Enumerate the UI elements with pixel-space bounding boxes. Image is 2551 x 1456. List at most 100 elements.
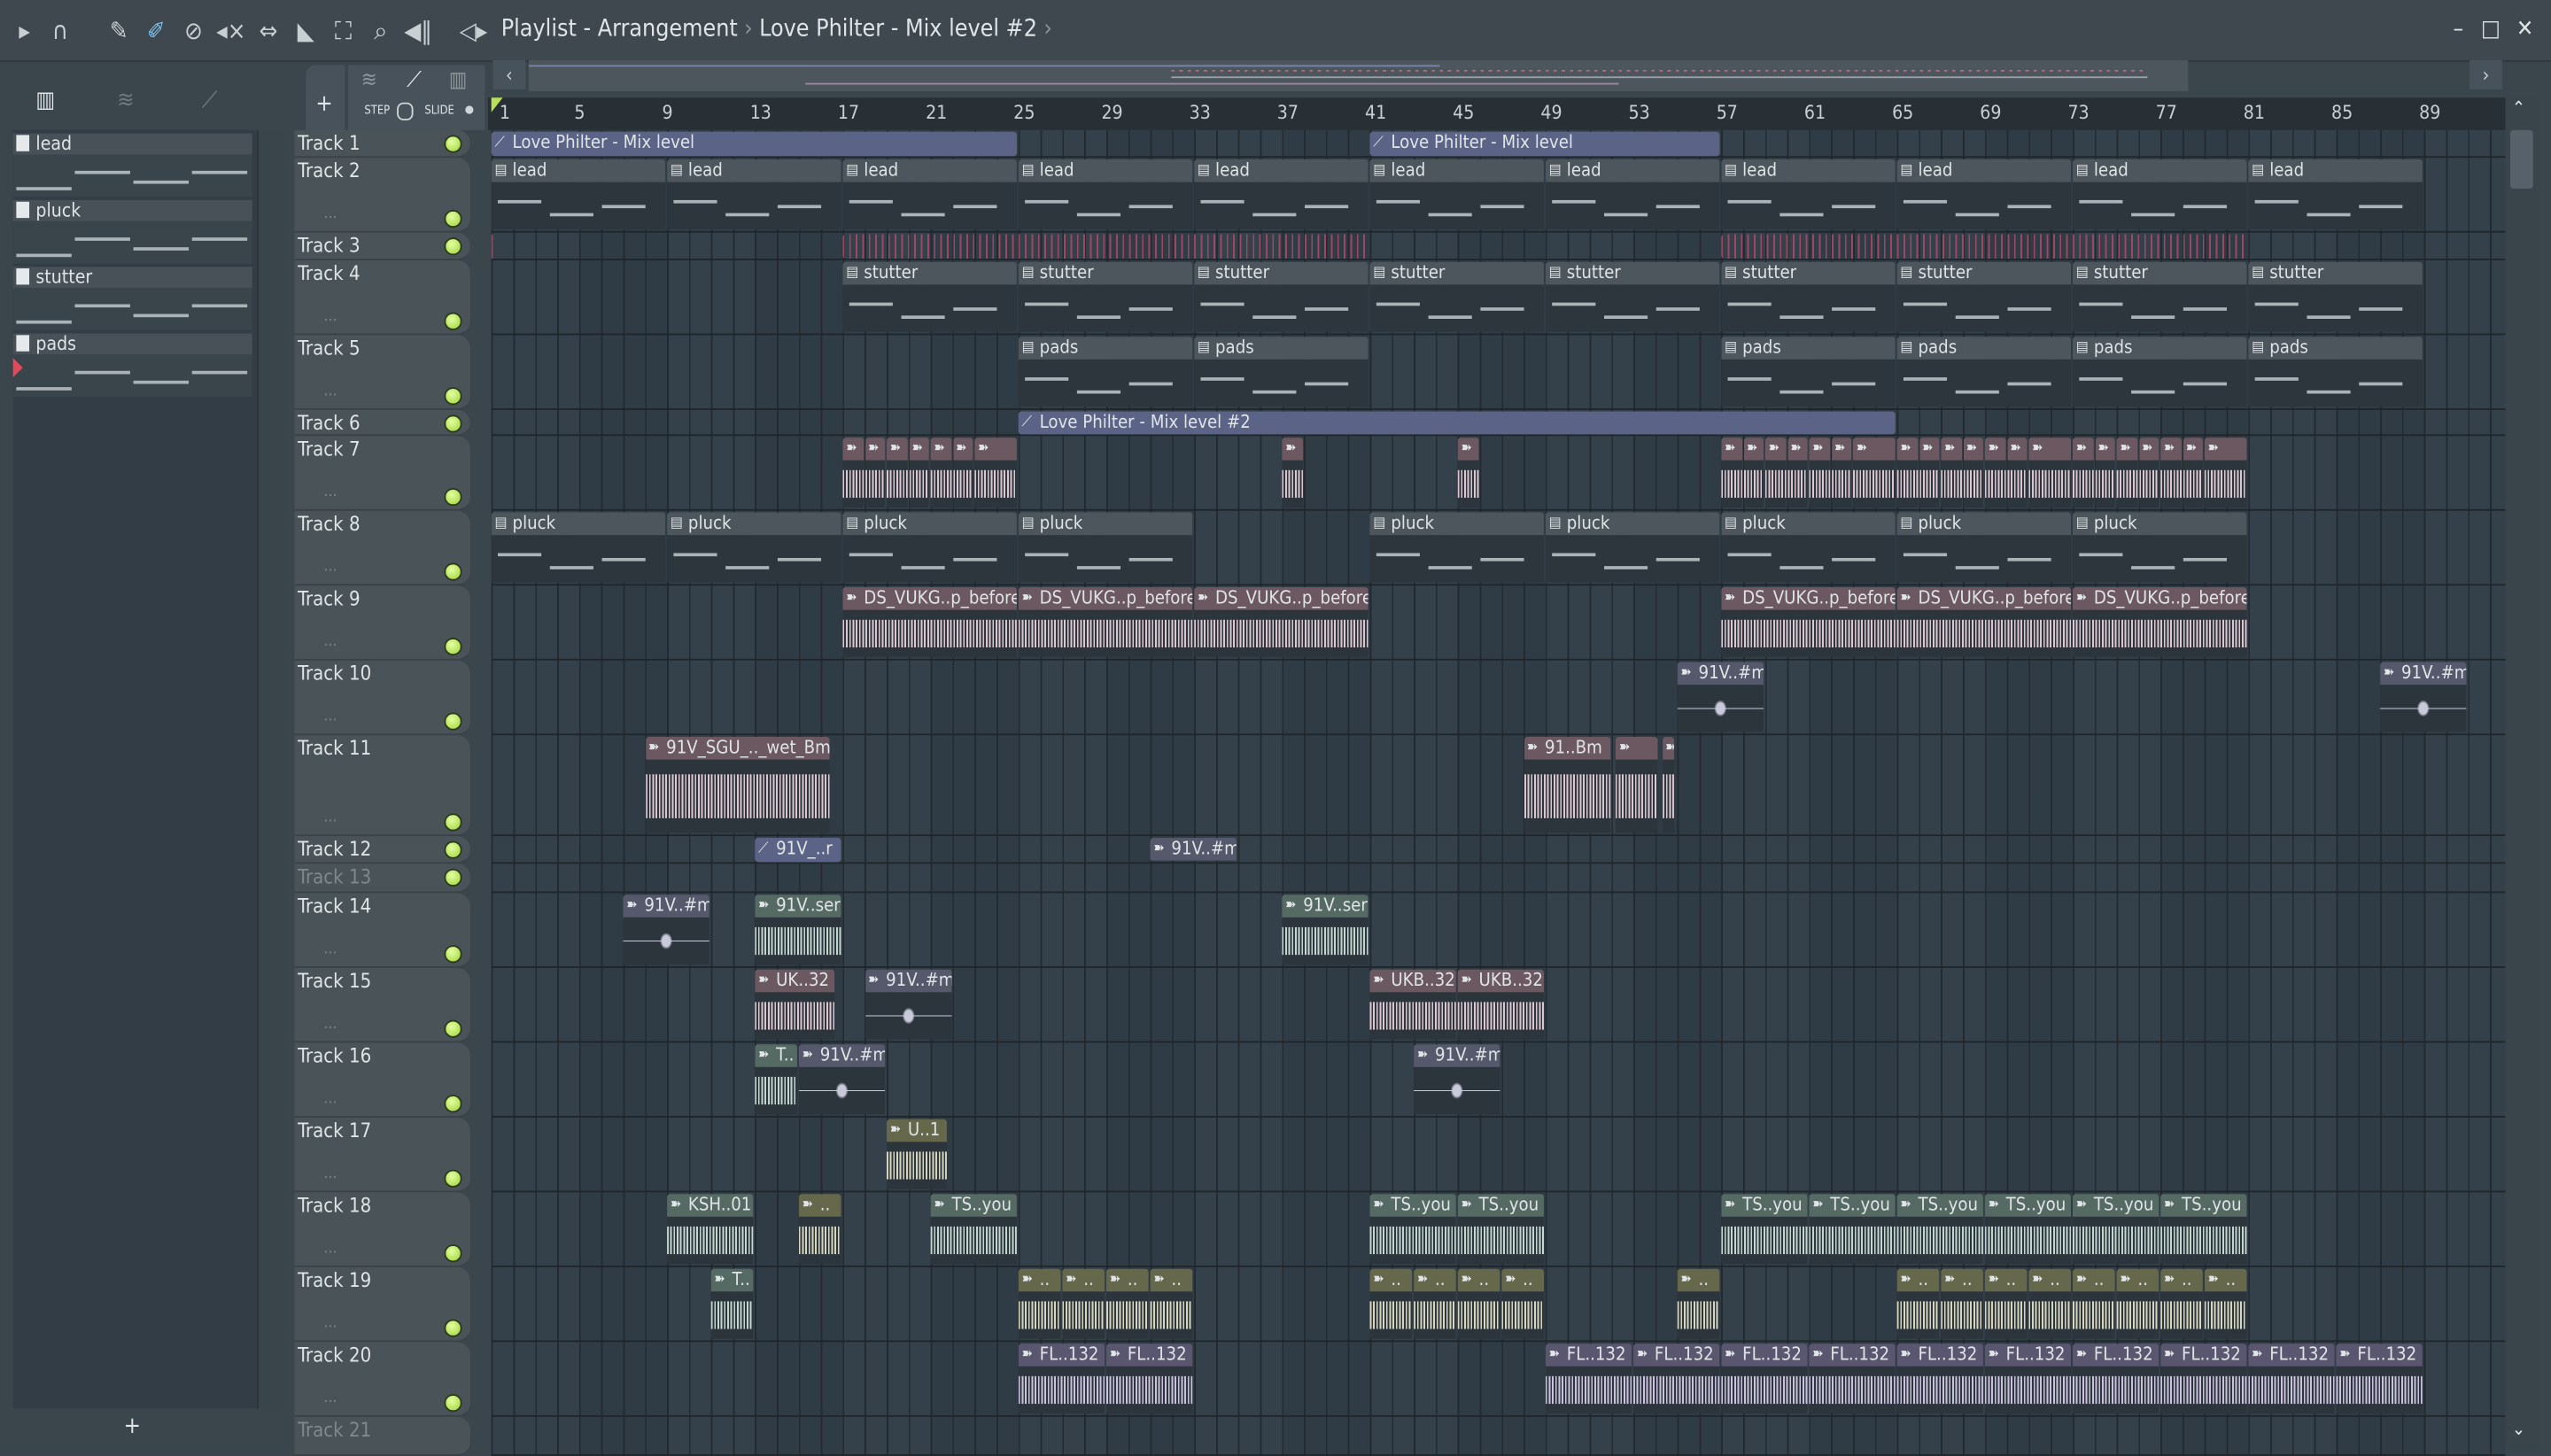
clip-header[interactable]: ➽	[1919, 438, 1940, 461]
play-arrow-icon[interactable]: ▸	[10, 16, 39, 45]
picker-scrollbar[interactable]	[257, 129, 285, 1409]
audio-clip[interactable]: ➽	[1853, 438, 1896, 509]
clip-header[interactable]: ➽ UK..32	[755, 969, 835, 993]
clip-header[interactable]: ⟋ Love Philter - Mix level	[491, 131, 1017, 155]
pattern-item-pluck[interactable]: pluck	[12, 199, 252, 265]
clip-header[interactable]: ➽	[2182, 438, 2203, 461]
clip-header[interactable]: ➽..	[1369, 1268, 1413, 1292]
clip-header[interactable]: ▤ lead	[2072, 159, 2247, 182]
audio-clip[interactable]: ➽ DS_VUKG..p_before	[1018, 587, 1193, 659]
track-header-8[interactable]: Track 8…	[294, 510, 470, 586]
clip-header[interactable]: ➽	[1616, 737, 1658, 760]
track-name[interactable]: Track 8	[298, 513, 360, 536]
clip-header[interactable]: ➽ KSH..01	[667, 1194, 754, 1217]
audio-clip[interactable]: ➽ 91V..ser	[1282, 895, 1369, 966]
track-options-icon[interactable]: …	[324, 1390, 337, 1406]
piano-icon[interactable]: ▥	[35, 88, 55, 113]
track-enable-led[interactable]	[444, 1019, 462, 1038]
pattern-clip[interactable]: ▤ lead	[842, 159, 1017, 231]
audio-clip[interactable]: ➽	[952, 438, 973, 509]
track-enable-led[interactable]	[444, 562, 462, 581]
clip-header[interactable]: ➽ FL..132	[2160, 1344, 2247, 1367]
clip-header[interactable]: ▤ lead	[1018, 159, 1193, 182]
pattern-item-pads[interactable]: pads	[12, 333, 252, 399]
clip-header[interactable]: ➽	[887, 438, 907, 461]
clip-header[interactable]: ➽ FL..132	[1633, 1344, 1720, 1367]
clip-header[interactable]: ➽ FL..132	[2336, 1344, 2423, 1367]
clip-header[interactable]: ▤ lead	[1194, 159, 1369, 182]
clip-header[interactable]: ➽ 91..Bm	[1524, 737, 1610, 760]
audio-clip[interactable]: ➽..	[1150, 1268, 1193, 1341]
clip-header[interactable]: ▤ lead	[1369, 159, 1545, 182]
clip-header[interactable]: ➽..	[1457, 1268, 1500, 1292]
pattern-clip[interactable]: ▤ lead	[1721, 159, 1896, 231]
clip-header[interactable]: ➽	[2138, 438, 2159, 461]
track-enable-led[interactable]	[444, 312, 462, 330]
automation-icon[interactable]: ⟋	[407, 68, 422, 93]
audio-clip[interactable]: ➽ 91V..#m	[1150, 837, 1237, 863]
clip-header[interactable]: ➽	[974, 438, 1017, 461]
clip-header[interactable]: ➽	[930, 438, 951, 461]
audio-clip[interactable]: ➽	[1743, 438, 1764, 509]
audio-clip[interactable]: ➽ FL..132	[1545, 1344, 1632, 1415]
clip-header[interactable]: ➽	[2204, 438, 2247, 461]
clip-header[interactable]: ➽	[1984, 438, 2005, 461]
clip-header[interactable]: ➽	[1809, 438, 1830, 461]
zoom-icon[interactable]: ⌕	[366, 16, 395, 45]
track-enable-led[interactable]	[444, 1394, 462, 1413]
clip-header[interactable]: ➽ 91V..#m	[1414, 1044, 1500, 1067]
track-header-7[interactable]: Track 7…	[294, 436, 470, 511]
pattern-clip[interactable]: ▤ stutter	[2248, 261, 2423, 334]
pattern-clip[interactable]: ▤ pads	[1896, 337, 2072, 408]
track-name[interactable]: Track 17	[298, 1119, 371, 1142]
audio-clip[interactable]: ➽	[2160, 438, 2182, 509]
pattern-clip[interactable]: ▤ lead	[667, 159, 841, 231]
slip-icon[interactable]: ⇔	[254, 16, 283, 45]
clip-header[interactable]: ➽ DS_VUKG..p_before	[1896, 587, 2072, 610]
audio-clip[interactable]: ➽ 91V..#m	[1677, 662, 1764, 734]
clip-header[interactable]: ➽..	[1414, 1268, 1456, 1292]
select-icon[interactable]: ⛶	[329, 16, 358, 45]
track-enable-led[interactable]	[444, 209, 462, 228]
pattern-clip[interactable]: ▤ lead	[2248, 159, 2423, 231]
clip-header[interactable]: ➽ TS..you	[1896, 1194, 1983, 1217]
pattern-clip[interactable]: ▤ pluck	[842, 512, 1017, 585]
track-enable-led[interactable]	[444, 237, 462, 256]
clip-header[interactable]: ➽..	[1984, 1268, 2028, 1292]
track-header-17[interactable]: Track 17…	[294, 1117, 470, 1193]
clip-header[interactable]: ▤ pads	[1194, 337, 1369, 360]
track-name[interactable]: Track 9	[298, 587, 360, 610]
track-options-icon[interactable]: …	[324, 309, 337, 325]
clip-header[interactable]: ➽..	[1896, 1268, 1940, 1292]
clip-header[interactable]: ▤ stutter	[1721, 261, 1896, 285]
audio-clip[interactable]: ➽..	[1677, 1268, 1720, 1341]
track-options-icon[interactable]: …	[324, 1241, 337, 1257]
audio-clip[interactable]: ➽ UKB..32	[1369, 969, 1456, 1042]
pattern-clip[interactable]: ▤ lead	[1194, 159, 1369, 231]
audio-clip[interactable]: ➽ TS..you	[1809, 1194, 1896, 1266]
track-enable-led[interactable]	[444, 1244, 462, 1263]
audio-clip[interactable]: ➽ KSH..01	[667, 1194, 754, 1266]
pattern-clip[interactable]: ▤ stutter	[1369, 261, 1545, 334]
clip-header[interactable]: ➽	[2006, 438, 2028, 461]
pencil-icon[interactable]: ✎	[105, 16, 134, 45]
audio-clip[interactable]: ➽ FL..132	[1984, 1344, 2072, 1415]
clip-header[interactable]: ▤ pads	[2248, 337, 2423, 360]
delete-icon[interactable]: ⊘	[179, 16, 208, 45]
track-header-21[interactable]: Track 21	[294, 1416, 470, 1456]
pattern-clip[interactable]: ▤ lead	[1369, 159, 1545, 231]
audio-clip[interactable]: ➽..	[1501, 1268, 1545, 1341]
pattern-clip[interactable]: ▤ stutter	[1194, 261, 1369, 334]
clip-header[interactable]: ▤ stutter	[1545, 261, 1720, 285]
clip-header[interactable]: ➽ TS..you	[1457, 1194, 1545, 1217]
pattern-clip[interactable]: ▤ pluck	[1545, 512, 1720, 585]
track-header-10[interactable]: Track 10…	[294, 660, 470, 736]
pattern-clip[interactable]: ▤ lead	[1018, 159, 1193, 231]
clip-header[interactable]: ➽ FL..132	[1105, 1344, 1193, 1367]
track-name[interactable]: Track 11	[298, 737, 371, 760]
track-enable-led[interactable]	[444, 868, 462, 887]
clip-header[interactable]: ➽..	[1062, 1268, 1105, 1292]
pattern-clip[interactable]: ▤ stutter	[2072, 261, 2247, 334]
track-options-icon[interactable]: …	[324, 484, 337, 500]
clip-header[interactable]: ➽..	[2072, 1268, 2115, 1292]
